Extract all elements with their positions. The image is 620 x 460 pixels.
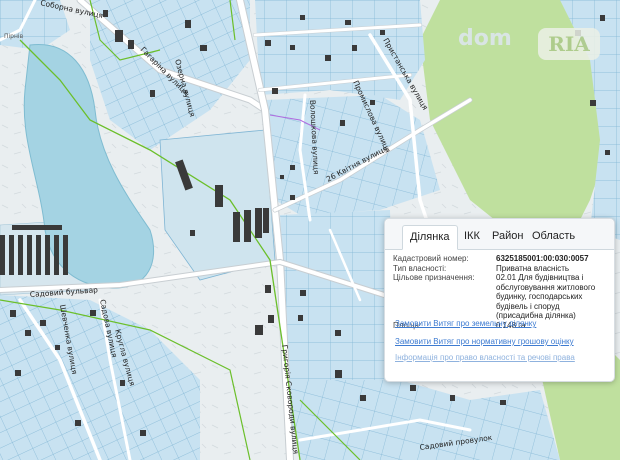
field-value: 6325185001:00:030:0057 bbox=[496, 254, 589, 263]
field-ownership-type: Тип власності: Приватна власність bbox=[393, 264, 608, 274]
panel-tabs: Ділянка ІКК Район Область bbox=[385, 219, 614, 250]
field-key: Кадастровий номер: bbox=[393, 254, 469, 263]
corner-label: Пірнів bbox=[4, 33, 24, 40]
tab-parcel[interactable]: Ділянка bbox=[402, 225, 458, 250]
field-value: 02.01 Для будівництва і обслуговування ж… bbox=[496, 273, 596, 320]
field-key: Цільове призначення: bbox=[393, 273, 475, 282]
ownership-rights-info-link[interactable]: Інформація про право власності та речові… bbox=[395, 353, 575, 362]
tab-ikk[interactable]: ІКК bbox=[457, 225, 487, 247]
order-parcel-extract-link[interactable]: Замовити Витяг про земельну ділянку bbox=[395, 319, 536, 328]
field-purpose: Цільове призначення: 02.01 Для будівницт… bbox=[393, 273, 608, 321]
parcel-info-panel: Ділянка ІКК Район Область Кадастровий но… bbox=[384, 218, 615, 382]
field-cadastral-number: Кадастровий номер: 6325185001:00:030:005… bbox=[393, 254, 608, 264]
field-key: Тип власності: bbox=[393, 263, 447, 273]
tab-district[interactable]: Район bbox=[485, 225, 530, 247]
order-valuation-extract-link[interactable]: Замовити Витяг про нормативну грошову оц… bbox=[395, 337, 574, 346]
tab-region[interactable]: Область bbox=[525, 225, 582, 247]
field-value: Приватна власність bbox=[496, 263, 570, 273]
